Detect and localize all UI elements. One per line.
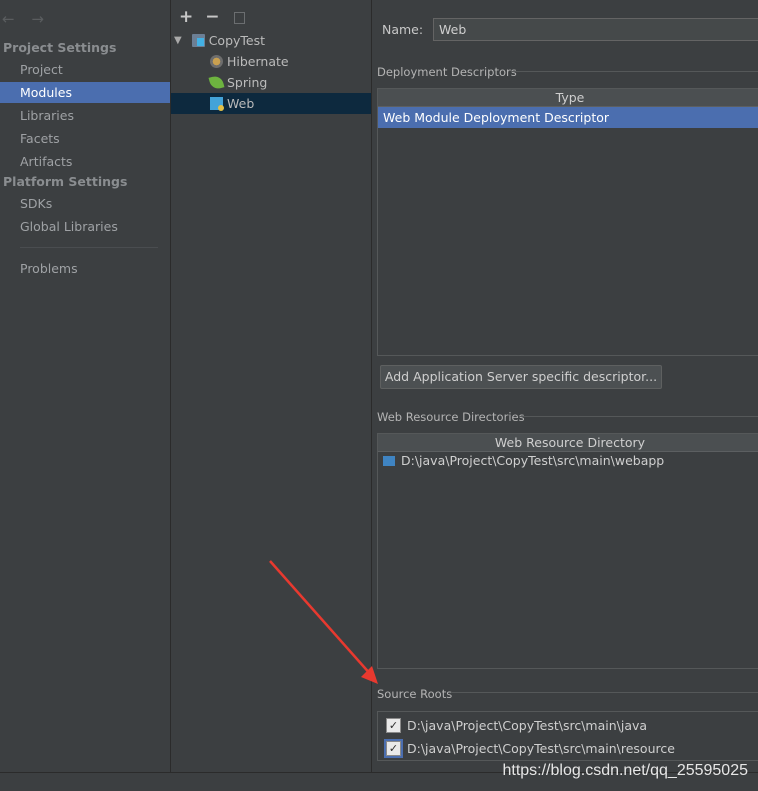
group-separator [519, 416, 758, 417]
source-root-path: D:\java\Project\CopyTest\src\main\java [407, 718, 648, 733]
tree-node-root[interactable]: ▼ CopyTest [174, 30, 265, 51]
tree-node-label: CopyTest [208, 33, 266, 48]
table-row[interactable]: D:\java\Project\CopyTest\src\main\webapp [378, 452, 758, 470]
web-resource-directories-table[interactable]: Web Resource Directory D:\java\Project\C… [377, 433, 758, 669]
module-tree-panel: + − ▼ CopyTest Hibernate Spring Web [171, 0, 372, 772]
checkbox-checked-icon[interactable]: ✓ [386, 718, 401, 733]
sidebar-divider [20, 247, 158, 248]
add-server-descriptor-button[interactable]: Add Application Server specific descript… [380, 365, 662, 389]
web-resource-directories-title: Web Resource Directories [377, 410, 525, 424]
tree-toolbar: + − [179, 8, 245, 26]
remove-module-button[interactable]: − [205, 8, 219, 26]
hibernate-icon [210, 55, 223, 68]
watermark-text: https://blog.csdn.net/qq_25595025 [502, 762, 748, 779]
folder-icon [383, 456, 395, 466]
sidebar-item-libraries[interactable]: Libraries [0, 105, 170, 126]
section-project-settings: Project Settings [3, 40, 117, 55]
column-header-web-resource-directory[interactable]: Web Resource Directory [378, 434, 758, 452]
tree-node-label: Spring [227, 75, 268, 90]
directory-path: D:\java\Project\CopyTest\src\main\webapp [401, 453, 665, 468]
source-root-path: D:\java\Project\CopyTest\src\main\resour… [407, 741, 675, 756]
group-separator [451, 692, 758, 693]
sidebar-item-sdks[interactable]: SDKs [0, 193, 170, 214]
deployment-descriptors-title: Deployment Descriptors [377, 65, 517, 79]
tree-node-spring[interactable]: Spring [208, 72, 268, 93]
tree-node-web[interactable]: Web [171, 93, 371, 114]
column-header-type[interactable]: Type [378, 89, 758, 107]
sidebar-item-facets[interactable]: Facets [0, 128, 170, 149]
settings-sidebar: ← → Project Settings Project Modules Lib… [0, 0, 171, 772]
copy-icon[interactable] [233, 12, 245, 24]
add-module-button[interactable]: + [179, 8, 193, 26]
source-root-java[interactable]: ✓ D:\java\Project\CopyTest\src\main\java [386, 718, 647, 733]
module-folder-icon [191, 34, 205, 47]
spring-leaf-icon [208, 74, 225, 91]
sidebar-item-modules[interactable]: Modules [0, 82, 170, 103]
deployment-descriptors-table[interactable]: Type Web Module Deployment Descriptor [377, 88, 758, 356]
sidebar-item-project[interactable]: Project [0, 59, 170, 80]
section-platform-settings: Platform Settings [3, 174, 128, 189]
checkbox-checked-icon[interactable]: ✓ [384, 739, 403, 758]
module-detail-panel: Name: Web Deployment Descriptors Type We… [372, 0, 758, 772]
tree-node-hibernate[interactable]: Hibernate [210, 51, 289, 72]
name-field[interactable]: Web [433, 18, 758, 41]
name-label: Name: [382, 22, 424, 37]
sidebar-item-artifacts[interactable]: Artifacts [0, 151, 170, 172]
web-module-icon [210, 97, 224, 111]
expand-arrow-icon[interactable]: ▼ [174, 30, 182, 51]
sidebar-item-problems[interactable]: Problems [0, 258, 170, 279]
tree-node-label: Web [227, 96, 255, 111]
back-forward-arrows[interactable]: ← → [2, 10, 50, 28]
source-roots-title: Source Roots [377, 687, 453, 701]
group-separator [511, 71, 758, 72]
sidebar-item-global-libraries[interactable]: Global Libraries [0, 216, 170, 237]
source-root-resource[interactable]: ✓ D:\java\Project\CopyTest\src\main\reso… [384, 739, 675, 758]
table-row[interactable]: Web Module Deployment Descriptor [378, 107, 758, 128]
tree-node-label: Hibernate [227, 54, 289, 69]
